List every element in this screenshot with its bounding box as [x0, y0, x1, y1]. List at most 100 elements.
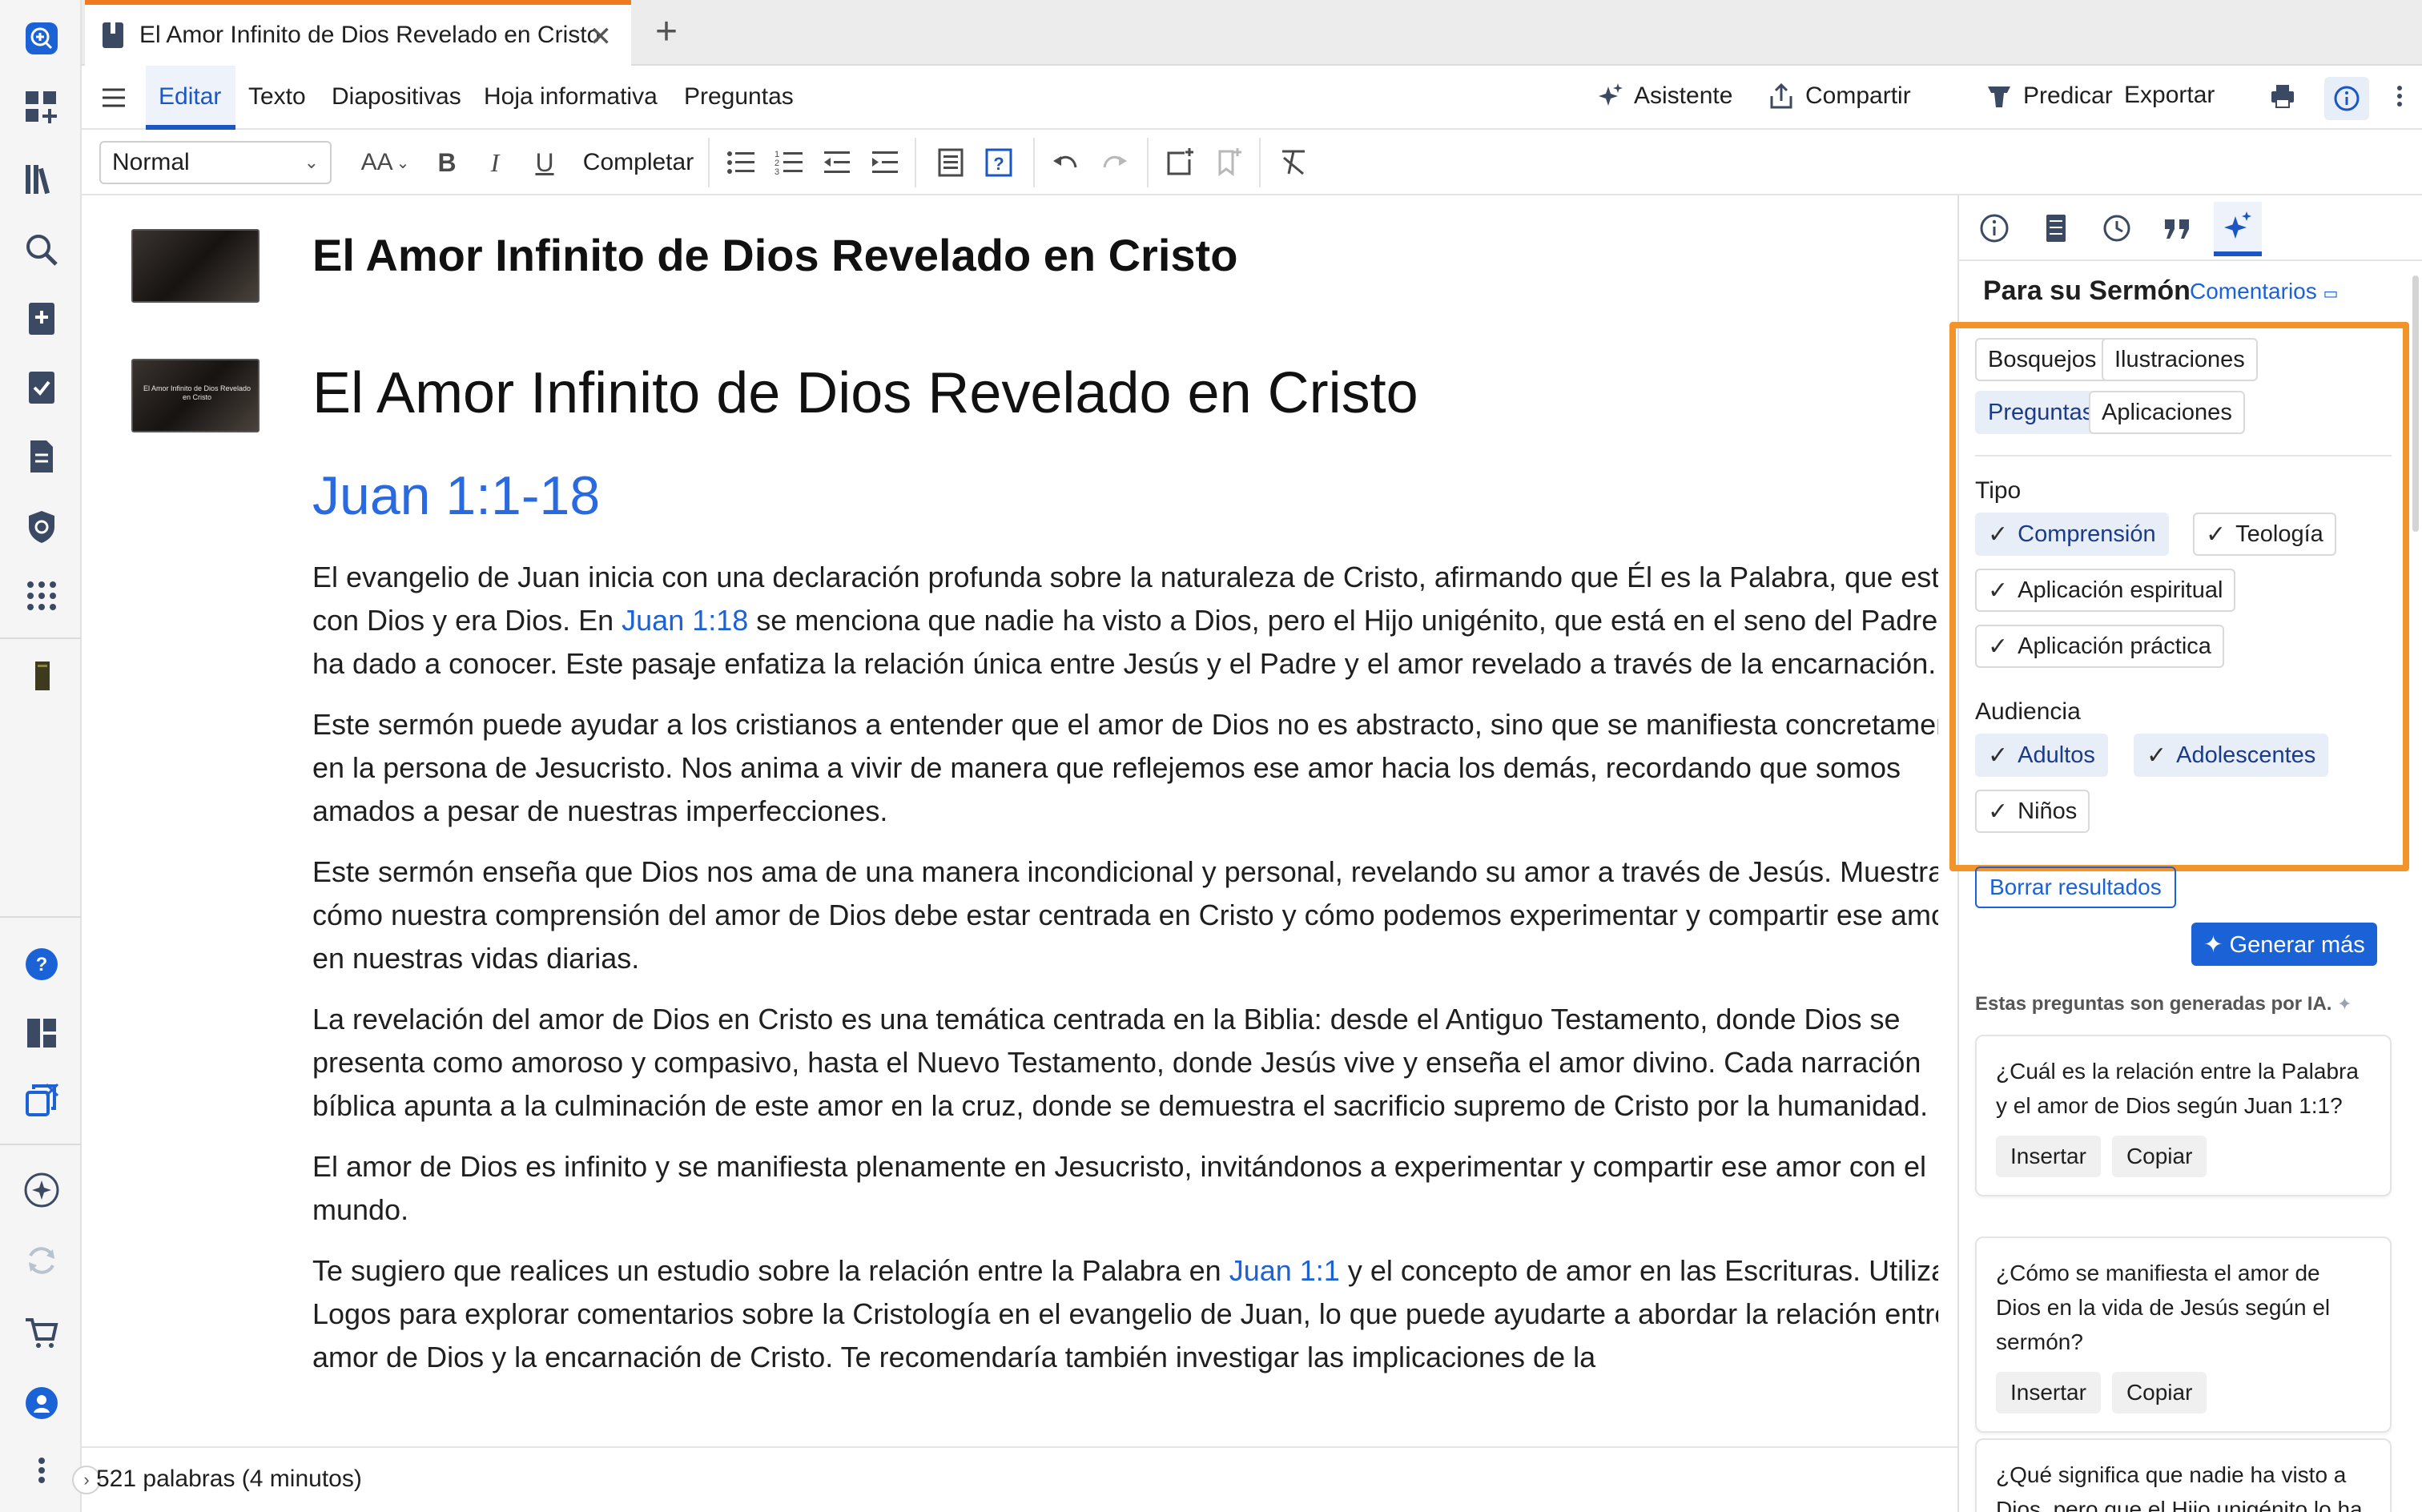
sync-icon[interactable] [19, 1238, 64, 1283]
library-icon[interactable] [19, 157, 64, 202]
export-label: Exportar [2124, 82, 2215, 108]
outdent-icon[interactable] [819, 144, 855, 181]
scripture-link[interactable]: Juan 1:18 [622, 604, 748, 637]
share-button[interactable]: Compartir [1767, 82, 1911, 111]
menu-editar[interactable]: Editar [159, 83, 221, 111]
dashboard-add-icon[interactable] [19, 85, 64, 130]
complete-button[interactable]: Completar [578, 144, 698, 181]
indent-icon[interactable] [867, 144, 903, 181]
sermon-doc-icon [103, 22, 123, 48]
scripture-link[interactable]: Juan 1:1 [1229, 1254, 1340, 1287]
type-chip-aplicacion-espiritual[interactable]: ✓ Aplicación espiritual [1975, 569, 2236, 612]
format-toolbar: Normal ⌄ AA ⌄ B I U Completar 123 ? [82, 130, 2422, 195]
menu-diapositivas[interactable]: Diapositivas [332, 83, 461, 111]
menu-texto[interactable]: Texto [248, 83, 306, 111]
page-layout-icon[interactable] [932, 144, 969, 181]
book-cover-icon[interactable] [19, 653, 64, 698]
type-chip-aplicacion-practica[interactable]: ✓ Aplicación práctica [1975, 625, 2224, 668]
type-chip-teologia[interactable]: ✓ Teología [2193, 513, 2336, 556]
search-icon[interactable] [19, 227, 64, 272]
scripture-reference-heading[interactable]: Juan 1:1-18 [312, 464, 600, 527]
redo-icon[interactable] [1096, 144, 1133, 181]
slide-thumbnail-title[interactable] [131, 229, 260, 303]
copy-close-icon[interactable] [19, 1078, 64, 1123]
panel-divider [1975, 455, 2392, 456]
clear-results-button[interactable]: Borrar resultados [1975, 867, 2176, 908]
comments-link[interactable]: Comentarios ▭ [2190, 279, 2338, 304]
question-text: ¿Cómo se manifiesta el amor de Dios en l… [1996, 1261, 2331, 1354]
insert-button[interactable]: Insertar [1996, 1372, 2101, 1413]
insert-slide-icon[interactable] [1161, 144, 1198, 181]
bullet-list-icon[interactable] [722, 144, 759, 181]
preach-label: Predicar [2023, 82, 2113, 109]
sermon-heading: El Amor Infinito de Dios Revelado en Cri… [312, 361, 1418, 425]
italic-button[interactable]: I [479, 144, 511, 181]
apps-grid-icon[interactable] [19, 573, 64, 618]
paragraph-style-select[interactable]: Normal ⌄ [99, 141, 332, 184]
preach-button[interactable]: Predicar [1985, 82, 2113, 111]
slide-thumbnail-heading[interactable]: El Amor Infinito de Dios Revelado en Cri… [131, 359, 260, 432]
generate-more-button[interactable]: ✦ Generar más [2191, 923, 2377, 966]
question-card: ¿Cuál es la relación entre la Palabra y … [1975, 1035, 2392, 1196]
audience-chip-label: Niños [2018, 798, 2078, 824]
account-icon[interactable] [19, 1381, 64, 1426]
left-rail: ? [0, 0, 82, 1512]
document-tab[interactable]: El Amor Infinito de Dios Revelado en Cri… [85, 0, 631, 66]
copy-button[interactable]: Copiar [2111, 1136, 2207, 1177]
question-card: ¿Cómo se manifiesta el amor de Dios en l… [1975, 1237, 2392, 1433]
checklist-icon[interactable] [19, 365, 64, 410]
search-plus-icon[interactable] [19, 16, 64, 61]
help-icon[interactable]: ? [19, 942, 64, 987]
question-block-icon[interactable]: ? [980, 144, 1017, 181]
audience-chip-adolescentes[interactable]: ✓ Adolescentes [2134, 734, 2329, 777]
audience-chip-adultos[interactable]: ✓ Adultos [1975, 734, 2108, 777]
menu-hoja-informativa[interactable]: Hoja informativa [484, 83, 658, 111]
underline-button[interactable]: U [529, 144, 561, 181]
undo-icon[interactable] [1048, 144, 1084, 181]
type-chip-label: Teología [2235, 521, 2323, 547]
copy-button[interactable]: Copiar [2111, 1372, 2207, 1413]
hamburger-menu-icon[interactable] [98, 82, 130, 114]
svg-text:?: ? [993, 154, 1004, 174]
insert-button[interactable]: Insertar [1996, 1136, 2101, 1177]
export-button[interactable]: Exportar [2124, 82, 2215, 109]
close-icon[interactable]: ✕ [589, 21, 613, 53]
sparkle-icon [1599, 83, 1623, 106]
print-button[interactable] [2268, 82, 2297, 111]
info-panel-toggle[interactable] [2324, 77, 2369, 120]
audience-chip-ninos[interactable]: ✓ Niños [1975, 790, 2090, 833]
category-chip-ilustraciones[interactable]: Ilustraciones [2102, 338, 2258, 381]
cart-icon[interactable] [19, 1310, 64, 1355]
font-size-button[interactable]: AA ⌄ [357, 144, 413, 181]
document-icon[interactable] [19, 434, 64, 479]
more-vertical-icon[interactable] [19, 1448, 64, 1493]
panel-scrollbar[interactable] [2412, 275, 2419, 532]
document-editor[interactable]: El Amor Infinito de Dios Revelado en Cri… [82, 195, 1938, 1446]
bold-button[interactable]: B [431, 144, 463, 181]
panel-tab-notes[interactable] [2031, 207, 2079, 250]
check-icon: ✓ [2146, 742, 2167, 769]
panel-tab-ai[interactable] [2214, 202, 2262, 256]
category-chip-aplicaciones[interactable]: Aplicaciones [2089, 391, 2245, 434]
category-chip-preguntas[interactable]: Preguntas [1975, 391, 2107, 434]
menu-preguntas[interactable]: Preguntas [684, 83, 794, 111]
ai-sparkle-icon[interactable] [19, 1168, 64, 1212]
clear-formatting-icon[interactable] [1275, 144, 1312, 181]
assistant-button[interactable]: Asistente [1595, 82, 1732, 111]
more-options-button[interactable] [2385, 82, 2414, 111]
panel-tab-history[interactable] [2092, 207, 2140, 250]
status-bar: › 521 palabras (4 minutos) [72, 1446, 1957, 1512]
paragraph: Este sermón puede ayudar a los cristiano… [312, 708, 1938, 827]
panel-tab-info[interactable] [1970, 207, 2018, 250]
bible-add-icon[interactable] [19, 296, 64, 341]
layout-icon[interactable] [19, 1011, 64, 1056]
category-chip-bosquejos[interactable]: Bosquejos [1975, 338, 2110, 381]
bookmark-add-icon[interactable] [1209, 144, 1246, 181]
numbered-list-icon[interactable]: 123 [770, 144, 807, 181]
shield-icon[interactable] [19, 505, 64, 549]
info-icon [1980, 214, 2009, 243]
new-tab-button[interactable]: + [655, 10, 678, 54]
panel-title: Para su Sermón [1983, 275, 2191, 306]
panel-tab-quotes[interactable] [2153, 207, 2201, 250]
type-chip-comprension[interactable]: ✓ Comprensión [1975, 513, 2169, 556]
